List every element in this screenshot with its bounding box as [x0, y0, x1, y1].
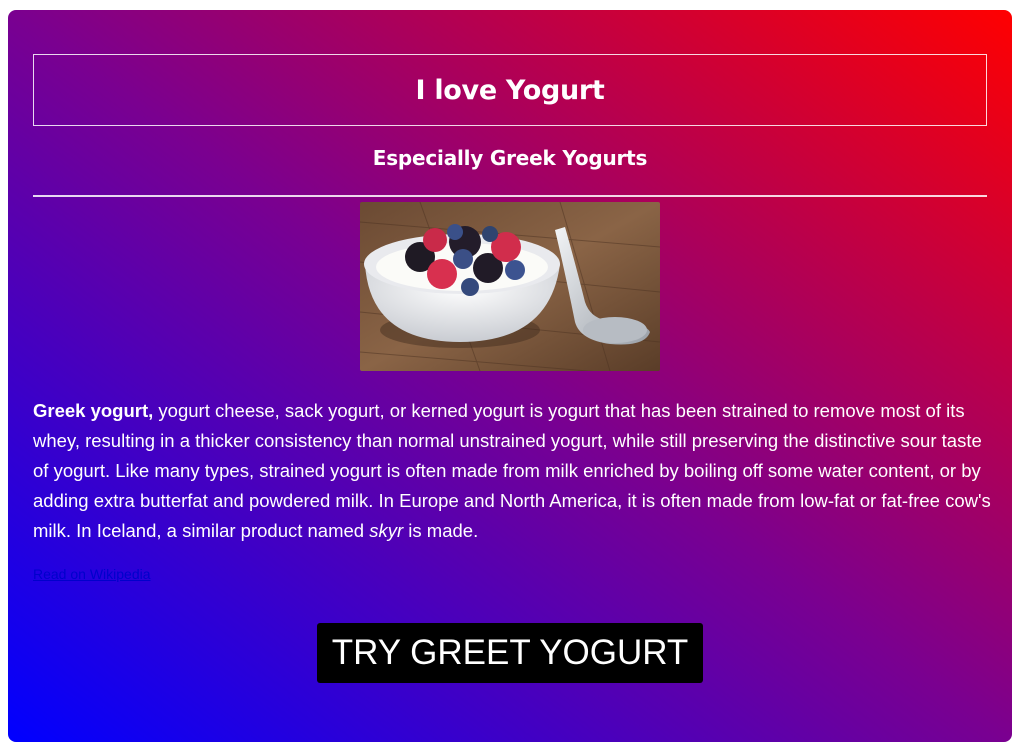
- description-text: yogurt cheese, sack yogurt, or kerned yo…: [33, 400, 991, 541]
- yogurt-photo: [360, 202, 660, 371]
- try-yogurt-button[interactable]: TRY GREET YOGURT: [317, 623, 703, 683]
- description-paragraph: Greek yogurt, yogurt cheese, sack yogurt…: [33, 396, 993, 546]
- description-italic: skyr: [369, 520, 404, 541]
- description-text-end: is made.: [403, 520, 479, 541]
- page-title: I love Yogurt: [415, 74, 605, 106]
- divider: [33, 195, 987, 197]
- title-box: I love Yogurt: [33, 54, 987, 126]
- description-lead: Greek yogurt,: [33, 400, 154, 421]
- yogurt-bowl-icon: [360, 202, 660, 371]
- wikipedia-link[interactable]: Read on Wikipedia: [33, 566, 151, 582]
- page-subtitle: Especially Greek Yogurts: [372, 146, 648, 170]
- main-card: I love Yogurt Especially Greek Yogurts G…: [8, 10, 1012, 742]
